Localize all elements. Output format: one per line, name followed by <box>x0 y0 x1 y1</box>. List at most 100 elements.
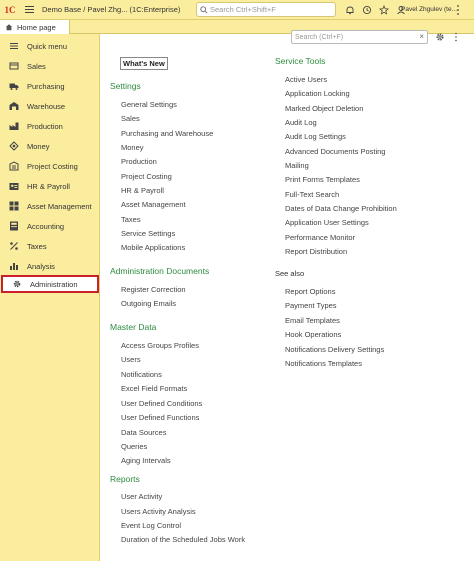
link-full-text-search[interactable]: Full-Text Search <box>285 190 339 199</box>
app-title: Demo Base / Pavel Zhg... (1C:Enterprise) <box>42 5 181 14</box>
link-scheduled-jobs-duration[interactable]: Duration of the Scheduled Jobs Work <box>121 535 245 544</box>
money-icon <box>9 141 19 151</box>
global-search-placeholder: Search Ctrl+Shift+F <box>210 5 276 14</box>
sidebar-item-asset-management[interactable]: Asset Management <box>0 197 100 215</box>
main-content: Search (Ctrl+F) × What's New Settings Ge… <box>101 30 474 561</box>
link-performance-monitor[interactable]: Performance Monitor <box>285 233 355 242</box>
sidebar-item-accounting[interactable]: Accounting <box>0 217 100 235</box>
sidebar-item-project-costing[interactable]: Project Costing <box>0 157 100 175</box>
sidebar-item-money[interactable]: Money <box>0 137 100 155</box>
link-user-activity[interactable]: User Activity <box>121 492 162 501</box>
clear-icon[interactable]: × <box>419 32 424 41</box>
link-report-options[interactable]: Report Options <box>285 287 335 296</box>
link-excel-field-formats[interactable]: Excel Field Formats <box>121 384 187 393</box>
main-menu-icon[interactable] <box>20 0 38 20</box>
production-icon <box>9 121 19 131</box>
sidebar-item-quick-menu[interactable]: Quick menu <box>0 37 100 55</box>
link-aging-intervals[interactable]: Aging Intervals <box>121 456 171 465</box>
link-mailing[interactable]: Mailing <box>285 161 309 170</box>
link-active-users[interactable]: Active Users <box>285 75 327 84</box>
link-user-defined-functions[interactable]: User Defined Functions <box>121 413 199 422</box>
sidebar-item-taxes[interactable]: Taxes <box>0 237 100 255</box>
history-icon[interactable] <box>362 5 372 15</box>
section-title-master-data: Master Data <box>110 322 157 332</box>
link-taxes[interactable]: Taxes <box>121 215 141 224</box>
sidebar-item-label: Asset Management <box>27 201 92 211</box>
sidebar-item-label: Administration <box>30 279 78 289</box>
sidebar-item-hr-payroll[interactable]: HR & Payroll <box>0 177 100 195</box>
app-logo[interactable]: 1C <box>0 0 20 20</box>
section-search-placeholder: Search (Ctrl+F) <box>295 33 344 41</box>
sidebar-item-analysis[interactable]: Analysis <box>0 257 100 275</box>
accounting-icon <box>9 221 19 231</box>
sidebar-item-label: Project Costing <box>27 161 78 171</box>
settings-button[interactable] <box>432 29 447 44</box>
link-audit-log-settings[interactable]: Audit Log Settings <box>285 132 346 141</box>
link-asset-management[interactable]: Asset Management <box>121 200 186 209</box>
chart-icon <box>9 261 19 271</box>
link-application-locking[interactable]: Application Locking <box>285 89 350 98</box>
percent-icon <box>9 241 19 251</box>
link-production[interactable]: Production <box>121 157 157 166</box>
sidebar-item-sales[interactable]: Sales <box>0 57 100 75</box>
link-users[interactable]: Users <box>121 355 141 364</box>
link-general-settings[interactable]: General Settings <box>121 100 177 109</box>
section-search-input[interactable]: Search (Ctrl+F) × <box>291 30 428 44</box>
link-money[interactable]: Money <box>121 143 144 152</box>
link-payment-types[interactable]: Payment Types <box>285 301 337 310</box>
sidebar-item-production[interactable]: Production <box>0 117 100 135</box>
link-service-settings[interactable]: Service Settings <box>121 229 175 238</box>
sidebar-item-label: Quick menu <box>27 41 68 51</box>
home-icon <box>5 24 13 31</box>
sidebar-item-label: Production <box>27 121 63 131</box>
link-purchasing-warehouse[interactable]: Purchasing and Warehouse <box>121 129 213 138</box>
link-project-costing[interactable]: Project Costing <box>121 172 172 181</box>
warehouse-icon <box>9 101 19 111</box>
link-application-user-settings[interactable]: Application User Settings <box>285 218 369 227</box>
star-icon[interactable] <box>379 5 389 15</box>
link-notifications[interactable]: Notifications <box>121 370 162 379</box>
sidebar-item-label: Money <box>27 141 50 151</box>
global-search-input[interactable]: Search Ctrl+Shift+F <box>196 2 336 17</box>
link-access-groups-profiles[interactable]: Access Groups Profiles <box>121 341 199 350</box>
sidebar-item-purchasing[interactable]: Purchasing <box>0 77 100 95</box>
link-print-forms-templates[interactable]: Print Forms Templates <box>285 175 360 184</box>
user-name[interactable]: Pavel Zhgulev (te... <box>401 6 457 13</box>
menu-icon <box>9 41 19 51</box>
gear-icon <box>12 279 22 289</box>
link-hook-operations[interactable]: Hook Operations <box>285 330 341 339</box>
link-register-correction[interactable]: Register Correction <box>121 285 186 294</box>
link-sales[interactable]: Sales <box>121 114 140 123</box>
more-vertical-icon[interactable] <box>455 4 461 16</box>
link-email-templates[interactable]: Email Templates <box>285 316 340 325</box>
gear-icon <box>435 32 444 41</box>
section-title-see-also: See also <box>275 269 305 278</box>
link-mobile-applications[interactable]: Mobile Applications <box>121 243 185 252</box>
sidebar-item-warehouse[interactable]: Warehouse <box>0 97 100 115</box>
tab-home-page[interactable]: Home page <box>0 20 70 34</box>
link-hr-payroll[interactable]: HR & Payroll <box>121 186 164 195</box>
link-dates-data-change-prohibition[interactable]: Dates of Data Change Prohibition <box>285 204 397 213</box>
link-event-log-control[interactable]: Event Log Control <box>121 521 181 530</box>
link-queries[interactable]: Queries <box>121 442 147 451</box>
link-users-activity-analysis[interactable]: Users Activity Analysis <box>121 507 196 516</box>
link-advanced-documents-posting[interactable]: Advanced Documents Posting <box>285 147 385 156</box>
link-audit-log[interactable]: Audit Log <box>285 118 317 127</box>
link-report-distribution[interactable]: Report Distribution <box>285 247 347 256</box>
whats-new-link[interactable]: What's New <box>120 57 168 70</box>
asset-icon <box>9 201 19 211</box>
sidebar: Quick menu Sales Purchasing Warehouse Pr… <box>0 34 100 561</box>
sidebar-item-label: Sales <box>27 61 46 71</box>
bell-icon[interactable] <box>345 5 355 15</box>
hr-icon <box>9 181 19 191</box>
sidebar-item-administration[interactable]: Administration <box>1 275 99 293</box>
link-outgoing-emails[interactable]: Outgoing Emails <box>121 299 176 308</box>
link-user-defined-conditions[interactable]: User Defined Conditions <box>121 399 202 408</box>
link-marked-object-deletion[interactable]: Marked Object Deletion <box>285 104 363 113</box>
link-data-sources[interactable]: Data Sources <box>121 428 166 437</box>
link-notifications-delivery-settings[interactable]: Notifications Delivery Settings <box>285 345 384 354</box>
top-bar: 1C Demo Base / Pavel Zhg... (1C:Enterpri… <box>0 0 474 20</box>
sidebar-item-label: Purchasing <box>27 81 65 91</box>
link-notifications-templates[interactable]: Notifications Templates <box>285 359 362 368</box>
more-vertical-icon[interactable] <box>451 29 461 44</box>
